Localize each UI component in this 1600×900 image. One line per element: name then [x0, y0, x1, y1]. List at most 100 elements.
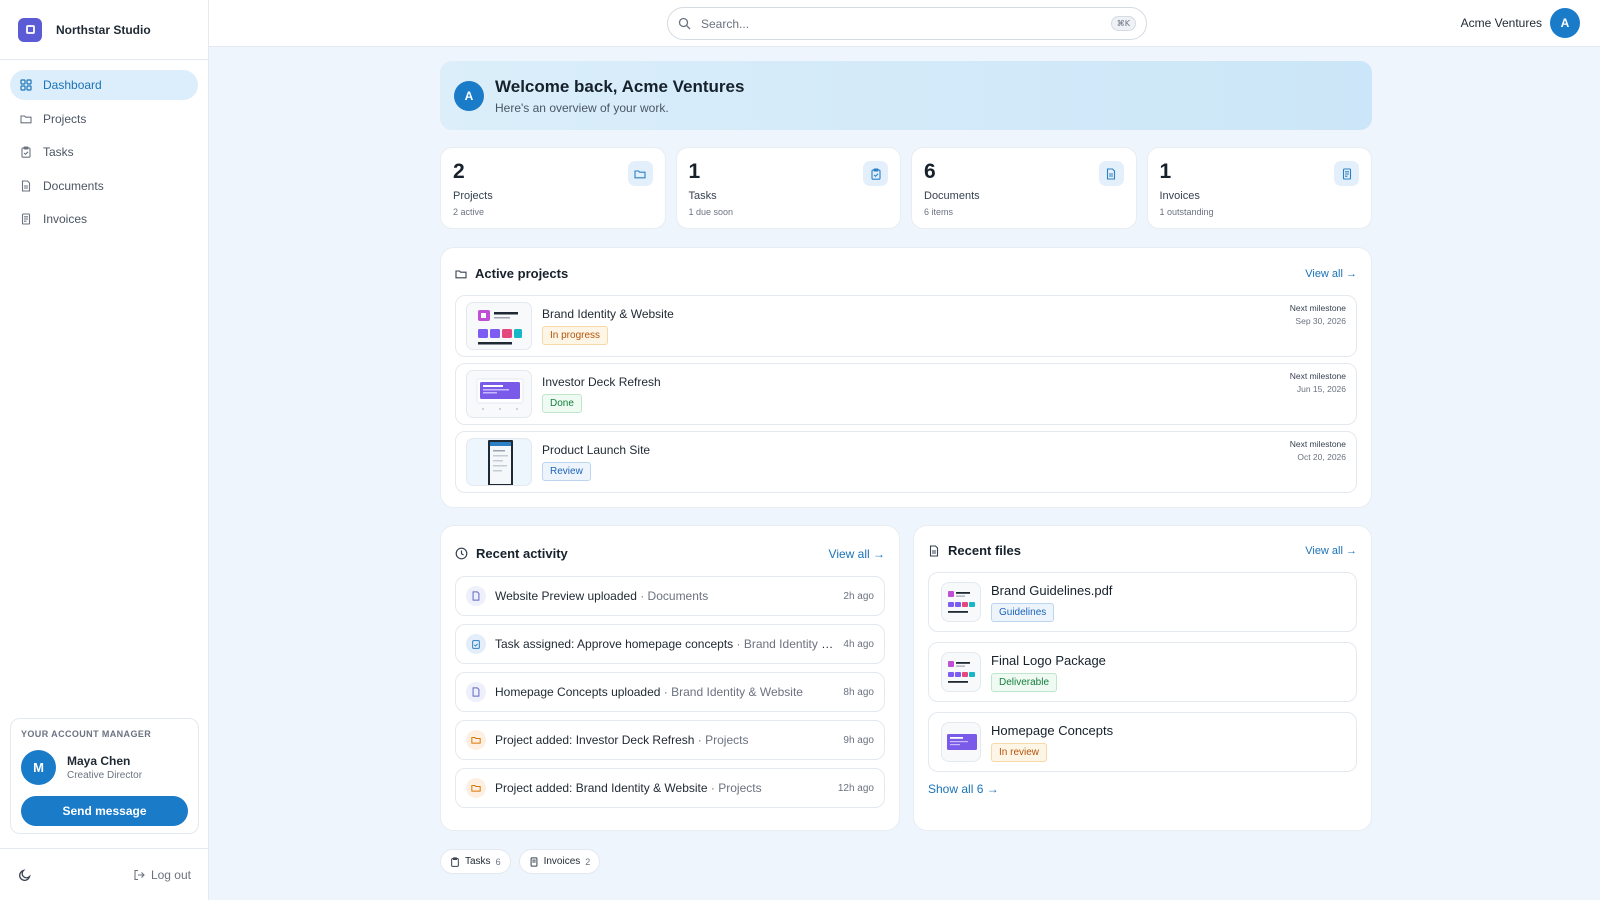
project-row[interactable]: Investor Deck Refresh Done Next mileston…	[455, 363, 1357, 425]
file-tag-badge: Deliverable	[991, 672, 1058, 692]
project-name: Product Launch Site	[542, 443, 651, 457]
chip-label: Tasks	[465, 856, 491, 867]
activity-item[interactable]: Project added: Investor Deck Refresh · P…	[455, 720, 885, 760]
activity-context: · Documents	[640, 589, 709, 603]
activity-time: 4h ago	[843, 638, 874, 650]
milestone-date: Oct 20, 2026	[1297, 452, 1346, 462]
activity-text: Project added: Brand Identity & Website	[495, 781, 708, 795]
moon-icon	[19, 868, 31, 881]
stat-card-tasks[interactable]: 1 Tasks 1 due soon	[675, 147, 901, 229]
project-row[interactable]: Brand Identity & Website In progress Nex…	[455, 295, 1357, 357]
dark-mode-toggle[interactable]	[18, 868, 32, 882]
account-manager-name: Maya Chen	[67, 754, 131, 768]
grid-icon	[20, 79, 32, 91]
sidebar-item-projects[interactable]: Projects	[10, 104, 198, 134]
chip-count: 2	[585, 856, 591, 867]
recent-files-panel: Recent files View all → Brand Guidelines…	[913, 525, 1372, 831]
receipt-icon	[530, 856, 537, 867]
status-badge: Review	[542, 462, 591, 481]
logout-button[interactable]: Log out	[133, 868, 191, 882]
sidebar-item-label: Invoices	[43, 212, 88, 226]
sidebar-item-invoices[interactable]: Invoices	[10, 204, 198, 234]
activity-context: · Brand Identity & Website	[736, 637, 836, 651]
account-manager-heading: YOUR ACCOUNT MANAGER	[21, 729, 152, 739]
activity-time: 9h ago	[843, 734, 874, 746]
sidebar-nav: Dashboard Projects Tasks Documents Invoi…	[0, 60, 208, 248]
user-name: Acme Ventures	[1460, 16, 1542, 30]
activity-text: Homepage Concepts uploaded	[495, 685, 661, 699]
activity-item[interactable]: Project added: Brand Identity & Website …	[455, 768, 885, 808]
activity-item[interactable]: Homepage Concepts uploaded · Brand Ident…	[455, 672, 885, 712]
activity-item[interactable]: Task assigned: Approve homepage concepts…	[455, 624, 885, 664]
clipboard-icon	[466, 634, 486, 654]
file-item[interactable]: Final Logo Package Deliverable	[928, 642, 1357, 702]
folder-icon	[466, 730, 486, 750]
project-row[interactable]: Product Launch Site Review Next mileston…	[455, 431, 1357, 493]
milestone-date: Jun 15, 2026	[1296, 384, 1346, 394]
document-icon	[466, 586, 486, 606]
account-manager-role: Creative Director	[67, 770, 143, 781]
section-title: Active projects	[475, 266, 569, 281]
clipboard-icon	[863, 161, 888, 186]
stat-card-documents[interactable]: 6 Documents 6 items	[911, 147, 1137, 229]
milestone-label: Next milestone	[1289, 303, 1346, 313]
file-tag-badge: In review	[991, 742, 1048, 762]
stat-card-invoices[interactable]: 1 Invoices 1 outstanding	[1146, 147, 1372, 229]
sidebar-item-tasks[interactable]: Tasks	[10, 137, 198, 167]
stat-value: 2	[453, 160, 465, 183]
chip-invoices[interactable]: Invoices 2	[518, 849, 601, 874]
sidebar-item-label: Projects	[43, 111, 87, 126]
user-menu[interactable]: Acme Ventures A	[1461, 8, 1580, 38]
active-projects-panel: Active projects View all → Brand Identit…	[440, 247, 1372, 508]
view-all-projects-link[interactable]: View all →	[1305, 268, 1357, 280]
document-icon	[21, 179, 31, 192]
sidebar-item-documents[interactable]: Documents	[10, 171, 198, 201]
receipt-icon	[1334, 161, 1359, 186]
logout-icon	[134, 869, 145, 880]
folder-icon	[455, 269, 467, 278]
project-name: Investor Deck Refresh	[542, 375, 661, 389]
file-item[interactable]: Homepage Concepts In review	[928, 712, 1357, 772]
file-thumbnail	[941, 582, 981, 622]
stat-subtext: 6 items	[924, 207, 954, 217]
avatar: A	[454, 80, 484, 111]
stat-label: Projects	[453, 190, 493, 202]
search-bar[interactable]: ⌘K	[667, 7, 1147, 40]
file-tag-badge: Guidelines	[991, 602, 1055, 622]
milestone-label: Next milestone	[1289, 439, 1346, 449]
activity-time: 8h ago	[843, 686, 874, 698]
stat-value: 1	[1159, 160, 1172, 183]
chip-tasks[interactable]: Tasks 6	[440, 849, 511, 874]
file-item[interactable]: Brand Guidelines.pdf Guidelines	[928, 572, 1357, 632]
view-all-activity-link[interactable]: View all →	[829, 547, 885, 561]
stat-card-projects[interactable]: 2 Projects 2 active	[440, 147, 666, 229]
view-all-files-link[interactable]: View all →	[1305, 545, 1357, 557]
sidebar-item-label: Documents	[43, 178, 104, 193]
topbar: ⌘K Acme Ventures A	[209, 0, 1600, 47]
brand[interactable]: Northstar Studio	[0, 0, 208, 60]
file-name: Homepage Concepts	[991, 722, 1114, 738]
stat-label: Documents	[924, 190, 980, 202]
document-icon	[929, 544, 939, 557]
chip-label: Invoices	[543, 856, 581, 867]
send-message-button[interactable]: Send message	[21, 796, 188, 826]
sidebar-item-dashboard[interactable]: Dashboard	[10, 70, 198, 100]
sidebar-footer: Log out	[0, 848, 209, 900]
project-thumbnail	[466, 438, 532, 486]
activity-item[interactable]: Website Preview uploaded · Documents 2h …	[455, 576, 885, 616]
logout-label: Log out	[150, 867, 191, 882]
activity-context: · Brand Identity & Website	[663, 685, 803, 699]
stat-value: 1	[688, 160, 701, 183]
show-all-files-link[interactable]: Show all 6 →	[928, 782, 1357, 796]
stat-label: Invoices	[1159, 190, 1200, 202]
status-badge: In progress	[542, 326, 609, 345]
clipboard-icon	[451, 856, 459, 867]
activity-context: · Projects	[710, 781, 762, 795]
avatar: A	[1550, 8, 1580, 38]
section-title: Recent files	[948, 543, 1021, 558]
brand-logo-icon	[18, 17, 42, 42]
document-icon	[466, 682, 486, 702]
search-input[interactable]	[701, 16, 1111, 31]
receipt-icon	[21, 213, 31, 225]
brand-name: Northstar Studio	[56, 22, 151, 37]
